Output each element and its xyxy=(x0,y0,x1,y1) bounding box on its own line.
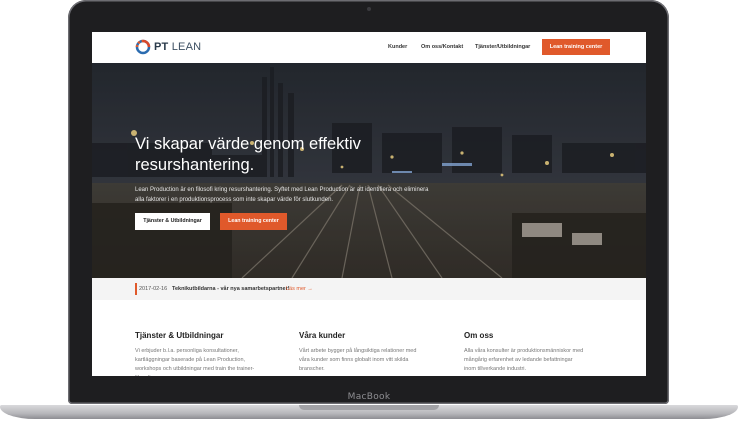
customers-text: Vårt arbete bygger på långsiktiga relati… xyxy=(299,348,417,372)
logo-text[interactable]: PT LEAN xyxy=(154,41,201,53)
logo-text-bold: PT xyxy=(154,41,169,53)
hero-title: Vi skapar värde genom effektiv resurshan… xyxy=(135,135,361,174)
customers-column: Våra kunder Vårt arbete bygger på långsi… xyxy=(299,331,419,374)
camera-icon xyxy=(366,7,371,11)
hero-subtitle: Lean Production är en filosofi kring res… xyxy=(135,187,429,203)
lean-training-center-button[interactable]: Lean training center xyxy=(220,213,287,230)
laptop-notch xyxy=(299,405,439,410)
services-heading: Tjänster & Utbildningar xyxy=(135,331,224,340)
news-date: 2017-02-16 xyxy=(139,286,168,292)
pt-lean-logo-icon[interactable] xyxy=(135,39,151,55)
device-brand: MacBook xyxy=(347,392,391,402)
customers-heading: Våra kunder xyxy=(299,331,346,340)
about-heading: Om oss xyxy=(464,331,494,340)
news-title[interactable]: Teknikutbildarna - vår nya samarbetspart… xyxy=(172,286,290,292)
top-navigation: PT LEAN Kunder Om oss/Kontakt Tjänster/U… xyxy=(92,32,646,64)
news-accent-bar xyxy=(135,283,137,295)
hero-section: Vi skapar värde genom effektiv resurshan… xyxy=(92,63,646,278)
read-more-link[interactable]: Läs mer → xyxy=(286,286,313,292)
services-column: Tjänster & Utbildningar Vi erbjuder b.l.… xyxy=(135,331,255,376)
website-screen: PT LEAN Kunder Om oss/Kontakt Tjänster/U… xyxy=(92,32,646,376)
services-button[interactable]: Tjänster & Utbildningar xyxy=(135,213,210,230)
nav-link-tjanster[interactable]: Tjänster/Utbildningar xyxy=(475,44,530,50)
nav-link-kunder[interactable]: Kunder xyxy=(388,44,407,50)
about-column: Om oss Alla våra konsulter är produktion… xyxy=(464,331,584,374)
about-text: Alla våra konsulter är produktionsmännis… xyxy=(464,348,584,372)
lean-training-center-nav-button[interactable]: Lean training center xyxy=(542,39,610,55)
services-text: Vi erbjuder b.l.a. personliga konsultati… xyxy=(135,348,255,376)
news-strip: 2017-02-16 Teknikutbildarna - vår nya sa… xyxy=(92,278,646,300)
nav-link-om-oss[interactable]: Om oss/Kontakt xyxy=(421,44,463,50)
logo-text-light: LEAN xyxy=(171,41,202,53)
